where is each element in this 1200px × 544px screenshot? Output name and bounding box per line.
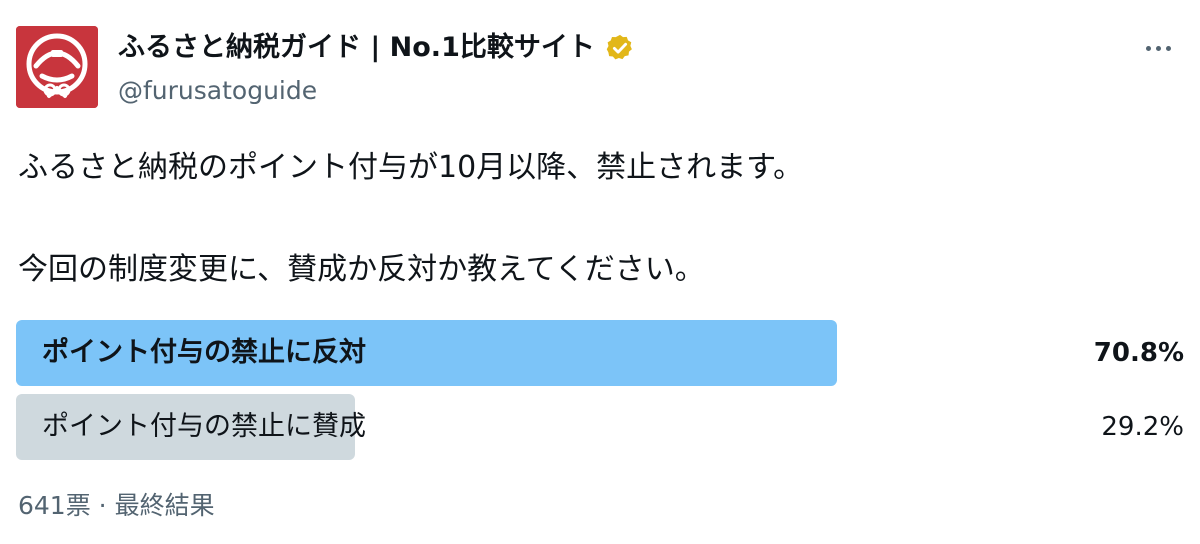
poll-footer: 641票 · 最終結果	[18, 488, 215, 524]
poll-option-label: ポイント付与の禁止に反対	[42, 337, 366, 368]
tweet-card: ふるさと納税ガイド | No.1比較サイト @furusatoguide ふるさ…	[0, 0, 1200, 544]
poll-option-label: ポイント付与の禁止に賛成	[42, 411, 366, 442]
poll-vote-count: 641票	[18, 491, 91, 520]
account-handle[interactable]: @furusatoguide	[118, 74, 317, 108]
poll-option-oppose[interactable]: ポイント付与の禁止に反対 70.8%	[16, 320, 1184, 386]
dot	[1165, 45, 1171, 51]
tweet-text-line-1: ふるさと納税のポイント付与が10月以降、禁止されます。	[18, 150, 804, 185]
separator: ·	[98, 491, 107, 520]
poll-status: 最終結果	[114, 491, 215, 520]
poll-option-percent: 70.8%	[1093, 338, 1184, 368]
dot	[1155, 45, 1161, 51]
poll-option-support[interactable]: ポイント付与の禁止に賛成 29.2%	[16, 394, 1184, 460]
verified-badge-icon[interactable]	[605, 33, 635, 63]
avatar[interactable]	[16, 26, 98, 108]
poll-option-percent: 29.2%	[1101, 412, 1184, 442]
tweet-text-line-2: 今回の制度変更に、賛成か反対か教えてください。	[18, 252, 705, 287]
display-name[interactable]: ふるさと納税ガイド | No.1比較サイト	[118, 30, 595, 66]
furusato-guide-logo-icon	[16, 26, 98, 108]
more-options-icon[interactable]	[1138, 34, 1178, 62]
dot	[1145, 45, 1151, 51]
display-name-row[interactable]: ふるさと納税ガイド | No.1比較サイト	[118, 30, 635, 66]
